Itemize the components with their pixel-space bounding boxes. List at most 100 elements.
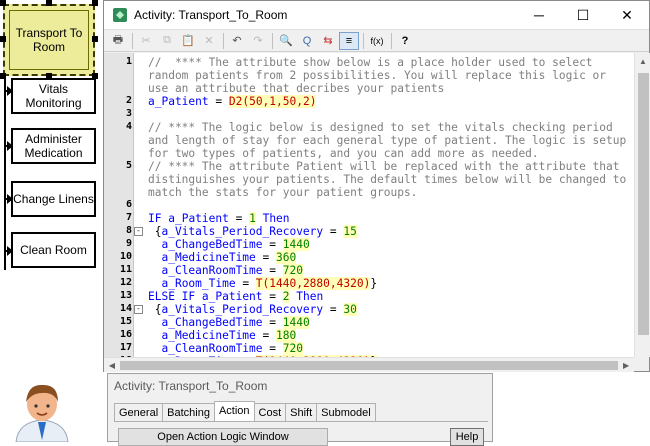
flow-arrow	[4, 86, 13, 96]
line-number: 16	[119, 329, 132, 340]
flowchart-panel: Transport To Room Vitals Monitoring Admi…	[0, 0, 110, 442]
replace-icon[interactable]: Q	[297, 32, 317, 50]
line-number: 9	[125, 238, 132, 249]
paste-icon[interactable]: 📋	[178, 32, 198, 50]
line-number: 1	[125, 56, 132, 67]
code-editor[interactable]: 1 2 3 4 5 6 7 8 9 10 11 12 13 14 15 16 1…	[104, 53, 650, 366]
wrap-icon[interactable]: ≡	[339, 31, 359, 50]
line-number: 15	[119, 316, 132, 327]
print-icon[interactable]: 🖶	[108, 32, 128, 50]
flow-node-clean-room[interactable]: Clean Room	[11, 232, 96, 268]
toolbar-separator	[272, 32, 273, 49]
code-line: a_Room_Time = T(1440,2880,4320)}	[161, 277, 378, 290]
tab-shift[interactable]: Shift	[285, 403, 318, 421]
line-number: 5	[125, 160, 132, 171]
flow-arrow	[4, 141, 13, 151]
resize-handle[interactable]	[46, 0, 52, 6]
find-icon[interactable]: 🔍	[276, 32, 296, 50]
function-icon[interactable]: f(x)	[367, 32, 387, 50]
code-line: IF a_Patient = 1 Then	[148, 212, 290, 225]
code-line: a_ChangeBedTime = 1440	[161, 238, 310, 251]
line-number: 12	[119, 277, 132, 288]
tab-submodel[interactable]: Submodel	[316, 403, 376, 421]
activity-properties-dialog: Activity: Transport_To_Room General Batc…	[107, 373, 493, 446]
minimize-button[interactable]: ─	[517, 1, 561, 30]
vertical-scrollbar[interactable]: ▲	[634, 53, 650, 357]
undo-icon[interactable]: ↶	[227, 32, 247, 50]
flow-node-label: Change Linens	[13, 192, 94, 206]
flow-node-change-linens[interactable]: Change Linens	[11, 181, 96, 217]
flow-node-vitals-monitoring[interactable]: Vitals Monitoring	[11, 78, 96, 114]
line-number: 14	[119, 303, 132, 314]
scroll-up-icon[interactable]: ▲	[635, 53, 650, 70]
editor-toolbar: 🖶 ✂ ⧉ 📋 ✕ ↶ ↷ 🔍 Q ⇆ ≡ f(x) ?	[104, 30, 649, 52]
window-title: Activity: Transport_To_Room	[134, 8, 288, 22]
copy-icon[interactable]: ⧉	[157, 32, 177, 50]
toolbar-separator	[391, 32, 392, 49]
open-action-logic-button[interactable]: Open Action Logic Window	[118, 428, 328, 446]
code-line: a_MedicineTime = 180	[161, 329, 297, 342]
resize-handle[interactable]	[92, 36, 98, 42]
line-number: 2	[125, 95, 132, 106]
line-number: 11	[119, 264, 132, 275]
tab-cost[interactable]: Cost	[253, 403, 287, 421]
scroll-left-icon[interactable]: ◀	[104, 361, 120, 370]
fold-toggle-icon[interactable]: -	[134, 227, 143, 236]
toolbar-separator	[132, 32, 133, 49]
dialog-title: Activity: Transport_To_Room	[114, 379, 268, 393]
maximize-button[interactable]: ☐	[561, 1, 605, 30]
flow-node-transport-to-room[interactable]: Transport To Room	[3, 4, 95, 76]
scroll-thumb[interactable]	[119, 360, 619, 370]
code-area[interactable]: - - // **** The attribute show below is …	[134, 53, 634, 357]
flow-node-label: Transport To Room	[15, 26, 83, 54]
flow-arrow	[4, 194, 13, 204]
code-line: a_ChangeBedTime = 1440	[161, 316, 310, 329]
code-line: distinguishes your patients. The default…	[148, 173, 627, 186]
toolbar-separator	[223, 32, 224, 49]
scroll-right-icon[interactable]: ▶	[618, 361, 634, 370]
delete-icon[interactable]: ✕	[199, 32, 219, 50]
line-number: 4	[125, 121, 132, 132]
toolbar-separator	[363, 32, 364, 49]
help-icon[interactable]: ?	[395, 32, 415, 50]
line-number: 6	[125, 199, 132, 210]
flow-node-label: Administer Medication	[24, 132, 83, 160]
window-titlebar[interactable]: Activity: Transport_To_Room ─ ☐ ✕	[104, 1, 649, 30]
code-line: // **** The attribute Patient will be re…	[148, 160, 620, 173]
code-line: {a_Vitals_Period_Recovery = 30	[148, 303, 357, 316]
tab-general[interactable]: General	[114, 403, 164, 421]
help-button[interactable]: Help	[450, 428, 484, 446]
line-number: 13	[119, 290, 132, 301]
code-line: a_CleanRoomTime = 720	[161, 264, 303, 277]
close-button[interactable]: ✕	[605, 1, 649, 30]
bookmark-icon[interactable]: ⇆	[318, 32, 338, 50]
resize-handle[interactable]	[0, 73, 6, 79]
app-icon	[113, 8, 127, 22]
line-number: 7	[125, 212, 132, 223]
code-line: // **** The attribute show below is a pl…	[148, 56, 593, 69]
scroll-thumb[interactable]	[638, 73, 649, 335]
flow-arrow	[4, 246, 13, 256]
resize-handle[interactable]	[92, 0, 98, 6]
code-line: use an attribute that decribes your pati…	[148, 82, 445, 95]
code-line: random patients from 2 possibilities. Yo…	[148, 69, 607, 82]
line-number: 10	[119, 251, 132, 262]
tab-content: Open Action Logic Window Help	[114, 421, 488, 446]
tab-batching[interactable]: Batching	[162, 403, 215, 421]
tab-action[interactable]: Action	[213, 401, 255, 421]
resize-handle[interactable]	[0, 0, 6, 6]
dialog-tabs: General Batching Action Cost Shift Submo…	[114, 401, 376, 421]
fold-toggle-icon[interactable]: -	[134, 305, 143, 314]
code-line: // **** The logic below is designed to s…	[148, 121, 613, 134]
line-number-gutter: 1 2 3 4 5 6 7 8 9 10 11 12 13 14 15 16 1…	[104, 53, 134, 366]
redo-icon[interactable]: ↷	[248, 32, 268, 50]
line-number: 17	[119, 342, 132, 353]
code-line: for two types of patients, and you can a…	[148, 147, 539, 160]
code-line: a_Patient = D2(50,1,50,2)	[148, 95, 317, 108]
flow-node-administer-medication[interactable]: Administer Medication	[11, 128, 96, 164]
cut-icon[interactable]: ✂	[136, 32, 156, 50]
code-line: and length of stay for each general type…	[148, 134, 627, 147]
horizontal-scrollbar[interactable]: ◀ ▶	[104, 357, 634, 372]
resize-handle[interactable]	[0, 36, 6, 42]
line-number: 3	[125, 108, 132, 119]
